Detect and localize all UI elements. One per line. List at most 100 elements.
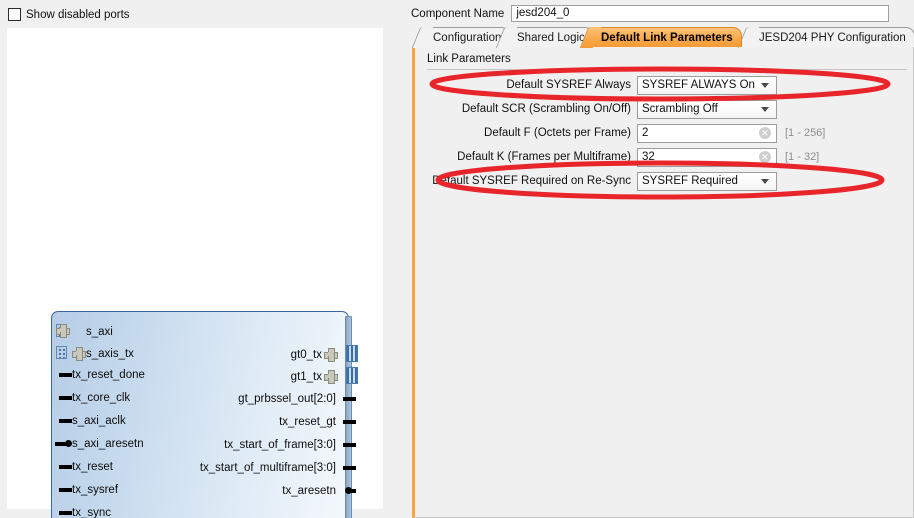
tab-default-link-parameters[interactable]: Default Link Parameters [592, 27, 742, 47]
port-label: tx_sysref [72, 484, 119, 496]
port-label: tx_reset_done [72, 369, 145, 381]
show-disabled-ports-checkbox[interactable]: Show disabled ports [8, 8, 130, 21]
chevron-down-icon[interactable] [761, 179, 769, 184]
pin-stub-icon [343, 443, 356, 447]
default-link-parameters-panel: Link Parameters Default SYSREF Always SY… [412, 46, 914, 518]
tab-strip: Configuration Shared Logic Default Link … [414, 27, 914, 47]
component-name-row: Component Name jesd204_0 [411, 5, 890, 22]
port-tx_aresetn[interactable]: tx_aresetn [282, 485, 356, 497]
combo-value: SYSREF ALWAYS On [642, 79, 755, 91]
pin-stub-icon [343, 466, 356, 470]
bus-connector-icon[interactable] [346, 367, 358, 384]
port-label: gt1_tx [290, 371, 322, 383]
port-gt1_tx[interactable]: gt1_tx [290, 367, 358, 384]
tab-label: JESD204 PHY Configuration [759, 31, 906, 44]
clear-icon[interactable]: ✕ [759, 151, 771, 163]
ip-block-symbol[interactable]: s_axi s_axis_tx tx_reset_done tx_core_cl… [51, 311, 358, 518]
port-label: tx_start_of_multiframe[3:0] [199, 462, 336, 474]
chevron-down-icon[interactable] [761, 83, 769, 88]
port-s_axi_aclk[interactable]: s_axi_aclk [59, 415, 126, 427]
port-label: tx_reset_gt [279, 416, 336, 428]
expand-plus-icon[interactable] [56, 324, 70, 338]
default-f-input[interactable]: 2 ✕ [637, 123, 777, 143]
port-tx_reset_done[interactable]: tx_reset_done [59, 369, 145, 381]
port-label: tx_start_of_frame[3:0] [224, 439, 336, 451]
default-scr-combo[interactable]: Scrambling Off [637, 99, 777, 119]
block-diagram-panel: Show disabled ports s_axi s_axis_tx tx_r… [0, 0, 390, 518]
combo-value: Scrambling Off [642, 103, 718, 115]
default-k-input[interactable]: 32 ✕ [637, 147, 777, 167]
port-tx_start_of_multiframe[interactable]: tx_start_of_multiframe[3:0] [199, 462, 356, 474]
pin-stub-icon [59, 419, 72, 423]
default-f-range-hint: [1 - 256] [785, 127, 826, 139]
expand-plus-icon[interactable] [324, 348, 338, 362]
field-value: 32 [642, 151, 655, 163]
component-name-value: jesd204_0 [516, 7, 570, 19]
app-window: Show disabled ports s_axi s_axis_tx tx_r… [0, 0, 914, 518]
pin-stub-icon [59, 488, 72, 492]
default-sysref-always-combo[interactable]: SYSREF ALWAYS On [637, 75, 777, 95]
show-disabled-ports-label: Show disabled ports [26, 8, 130, 21]
combo-value: SYSREF Required [642, 175, 738, 187]
port-s_axi_aresetn[interactable]: s_axi_aresetn [55, 438, 144, 450]
port-tx_core_clk[interactable]: tx_core_clk [59, 392, 131, 404]
default-sysref-required-combo[interactable]: SYSREF Required [637, 171, 777, 191]
component-name-label: Component Name [411, 7, 505, 20]
diagram-canvas[interactable]: s_axi s_axis_tx tx_reset_done tx_core_cl… [7, 28, 383, 518]
pin-stub-icon [59, 373, 72, 377]
clear-icon[interactable]: ✕ [759, 127, 771, 139]
expand-plus-icon[interactable] [72, 347, 86, 361]
default-k-range-hint: [1 - 32] [785, 151, 820, 163]
ip-block-body[interactable]: s_axi s_axis_tx tx_reset_done tx_core_cl… [51, 311, 358, 518]
param-row-default-scr: Default SCR (Scrambling On/Off) Scrambli… [415, 98, 914, 120]
param-label: Default SCR (Scrambling On/Off) [461, 103, 631, 115]
bus-connector-icon[interactable] [346, 345, 358, 362]
port-label: tx_sync [72, 507, 111, 518]
port-s_axis_tx[interactable]: s_axis_tx [56, 346, 134, 361]
port-tx_reset[interactable]: tx_reset [59, 461, 113, 473]
chevron-down-icon[interactable] [761, 107, 769, 112]
checkbox-box[interactable] [8, 8, 21, 21]
param-label: Default SYSREF Required on Re-Sync [432, 175, 631, 187]
tab-label: Shared Logic [517, 31, 585, 44]
expand-plus-icon[interactable] [324, 370, 338, 384]
param-label: Default F (Octets per Frame) [484, 127, 631, 139]
group-separator [427, 69, 907, 70]
tab-jesd204-phy-configuration[interactable]: JESD204 PHY Configuration [750, 27, 914, 47]
component-name-input[interactable]: jesd204_0 [511, 5, 890, 22]
pin-stub-icon [59, 511, 72, 515]
field-value: 2 [642, 127, 649, 139]
port-label: s_axi_aclk [72, 415, 126, 427]
port-tx_start_of_frame[interactable]: tx_start_of_frame[3:0] [224, 439, 356, 451]
port-label: s_axi_aresetn [72, 438, 144, 450]
param-row-default-sysref-required: Default SYSREF Required on Re-Sync SYSRE… [415, 170, 914, 192]
port-tx_sysref[interactable]: tx_sysref [59, 484, 119, 496]
port-s_axi[interactable]: s_axi [56, 324, 113, 338]
port-label: s_axi [86, 326, 113, 338]
inverted-pin-bubble-icon [65, 440, 72, 447]
port-label: gt0_tx [290, 349, 322, 361]
port-label: tx_core_clk [72, 392, 131, 404]
port-tx_sync[interactable]: tx_sync [59, 507, 111, 518]
tab-label: Default Link Parameters [601, 31, 733, 44]
port-label: tx_reset [72, 461, 113, 473]
port-label: gt_prbssel_out[2:0] [238, 393, 336, 405]
pin-stub-icon [343, 397, 356, 401]
pin-stub-icon [343, 420, 356, 424]
pin-stub-icon [59, 465, 72, 469]
param-label: Default SYSREF Always [506, 79, 631, 91]
port-label: tx_aresetn [282, 485, 336, 497]
link-parameters-group-title: Link Parameters [427, 53, 511, 65]
param-row-default-sysref-always: Default SYSREF Always SYSREF ALWAYS On [415, 74, 914, 96]
port-tx_reset_gt[interactable]: tx_reset_gt [279, 416, 356, 428]
param-label: Default K (Frames per Multiframe) [457, 151, 631, 163]
pin-stub-icon [350, 489, 356, 493]
port-gt0_tx[interactable]: gt0_tx [290, 345, 358, 362]
port-gt_prbssel_out[interactable]: gt_prbssel_out[2:0] [238, 393, 356, 405]
bus-connector-icon[interactable] [56, 346, 67, 359]
param-row-default-k: Default K (Frames per Multiframe) 32 ✕ [… [415, 146, 914, 168]
tab-label: Configuration [433, 31, 502, 44]
pin-stub-icon [59, 396, 72, 400]
param-row-default-f: Default F (Octets per Frame) 2 ✕ [1 - 25… [415, 122, 914, 144]
port-label: s_axis_tx [86, 348, 134, 360]
